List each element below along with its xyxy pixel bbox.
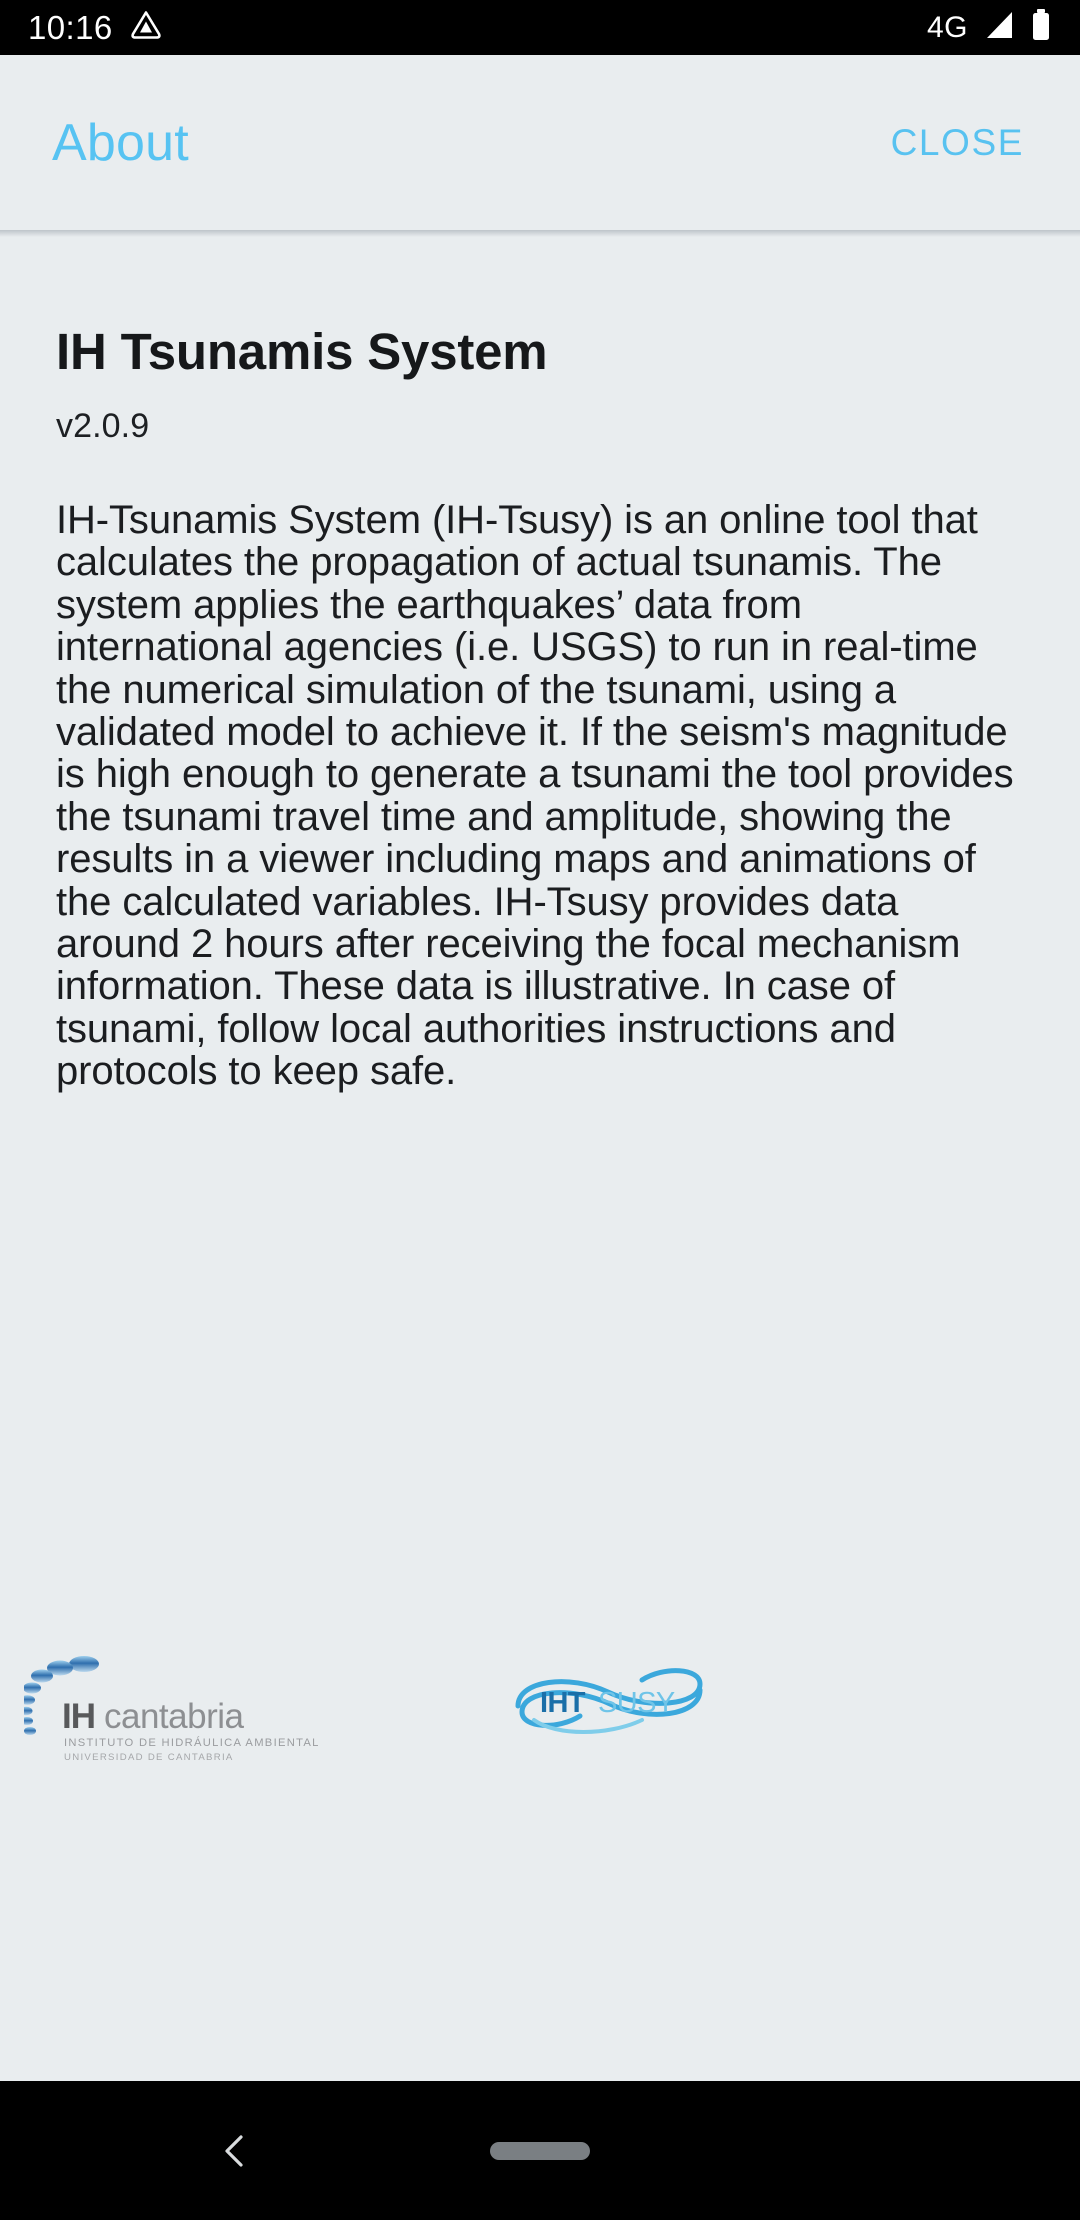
ih-cantabria-logo: IH cantabria INSTITUTO DE HIDRÁULICA AMB… [24, 1642, 354, 1792]
status-bar-left: 10:16 [28, 8, 163, 47]
triangle-badge-icon [129, 8, 163, 47]
svg-text:IHT: IHT [540, 1687, 586, 1719]
svg-text:cantabria: cantabria [104, 1697, 245, 1736]
status-bar-right: 4G [927, 8, 1052, 47]
svg-text:IH: IH [62, 1697, 95, 1736]
ih-cantabria-logo-graphic: IH cantabria INSTITUTO DE HIDRÁULICA AMB… [24, 1656, 320, 1763]
status-bar-clock: 10:16 [28, 9, 113, 46]
svg-text:INSTITUTO DE HIDRÁULICA AMBIEN: INSTITUTO DE HIDRÁULICA AMBIENTAL [64, 1736, 320, 1749]
network-type-label: 4G [926, 10, 968, 44]
close-button[interactable]: CLOSE [891, 124, 1024, 161]
svg-text:SUSY: SUSY [598, 1687, 675, 1719]
logo-row: IH cantabria INSTITUTO DE HIDRÁULICA AMB… [0, 1642, 1080, 1792]
page-title: About [52, 113, 189, 172]
chevron-left-icon[interactable] [214, 2129, 258, 2173]
home-pill-indicator[interactable] [490, 2141, 590, 2160]
svg-text:UNIVERSIDAD DE CANTABRIA: UNIVERSIDAD DE CANTABRIA [64, 1752, 234, 1763]
ihtsusy-logo-graphic: IHT SUSY [515, 1668, 703, 1734]
application-version: v2.0.9 [56, 407, 150, 446]
application-description: IH-Tsunamis System (IH-Tsusy) is an onli… [56, 498, 1014, 1094]
application-name: IH Tsunamis System [56, 323, 548, 380]
ihtsusy-logo: IHT SUSY [504, 1650, 734, 1770]
status-bar: 10:16 4G [0, 0, 1080, 55]
about-content: IH Tsunamis System v2.0.9 IH-Tsunamis Sy… [0, 237, 1080, 2081]
app-bar-divider [0, 230, 1080, 237]
phone-screen: 10:16 4G About CLOSE IH Tsunamis System … [0, 0, 1080, 2220]
app-bar: About CLOSE [0, 55, 1080, 230]
battery-icon [1030, 8, 1052, 47]
signal-bars-icon [982, 9, 1016, 46]
navigation-bar [0, 2081, 1080, 2220]
